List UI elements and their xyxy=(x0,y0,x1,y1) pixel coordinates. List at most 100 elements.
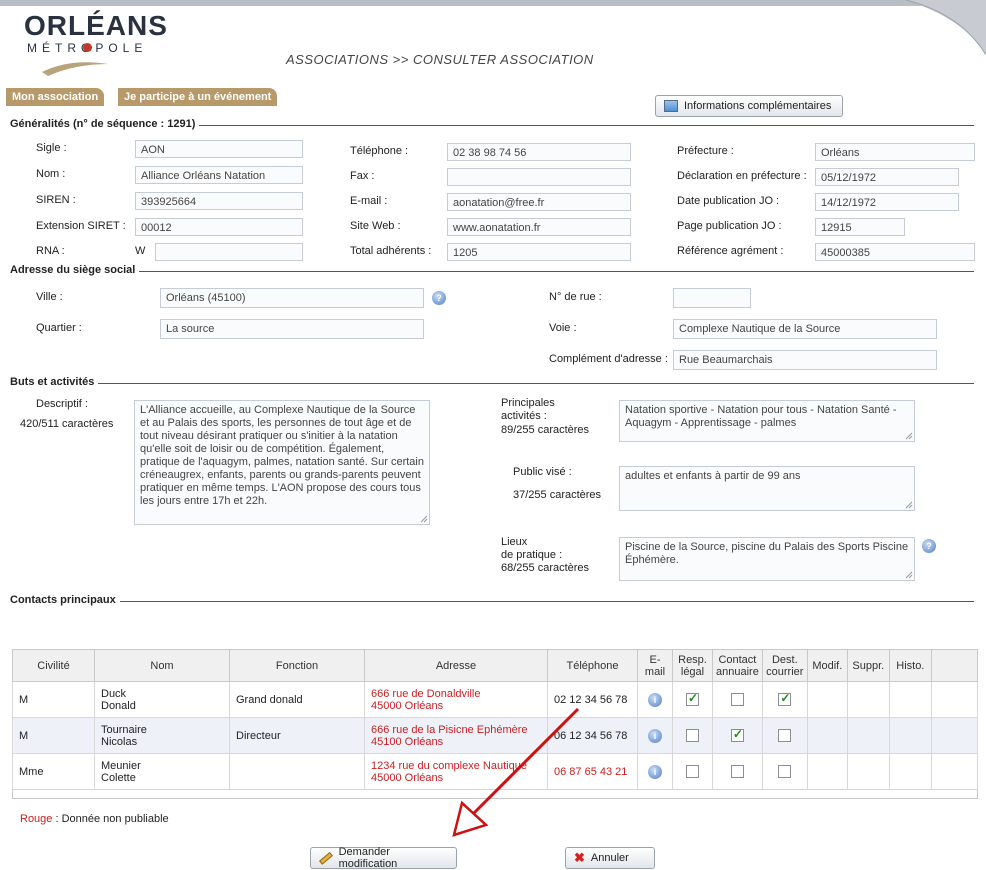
email-info-icon[interactable]: i xyxy=(648,764,662,779)
col-dest-courrier[interactable]: Dest. courrier xyxy=(761,649,808,682)
cell-contact-annuaire xyxy=(712,717,763,754)
resize-grip-icon[interactable] xyxy=(905,501,913,509)
col-contact-annuaire[interactable]: Contact annuaire xyxy=(712,649,763,682)
cell-modif[interactable] xyxy=(806,681,848,718)
email-info-icon[interactable]: i xyxy=(648,728,662,743)
cell-civilite: M xyxy=(12,717,95,754)
siren-field[interactable]: 393925664 xyxy=(135,192,303,210)
cell-dest-courrier xyxy=(761,753,808,790)
annuler-button[interactable]: ✖ Annuler xyxy=(565,847,655,869)
cell-suppr[interactable] xyxy=(846,717,890,754)
col-adresse[interactable]: Adresse xyxy=(364,649,548,682)
email-field[interactable]: aonatation@free.fr xyxy=(447,193,631,211)
col-telephone[interactable]: Téléphone xyxy=(547,649,638,682)
nom-line2: Nicolas xyxy=(101,735,138,748)
col-empty xyxy=(930,649,979,682)
dest-courrier-checkbox[interactable] xyxy=(778,691,792,706)
nom-line1: Tournaire xyxy=(101,723,147,736)
col-email[interactable]: E-mail xyxy=(637,649,673,682)
demander-modification-label: Demander modification xyxy=(338,846,398,870)
legend-red: Rouge xyxy=(20,813,53,825)
col-fonction[interactable]: Fonction xyxy=(229,649,365,682)
logo-dot xyxy=(83,43,92,52)
cell-fonction xyxy=(229,753,365,790)
ville-info-icon[interactable]: ? xyxy=(432,291,446,305)
cell-histo[interactable] xyxy=(888,753,932,790)
prefecture-field[interactable]: Orléans xyxy=(815,143,975,161)
col-nom[interactable]: Nom xyxy=(94,649,230,682)
resize-grip-icon[interactable] xyxy=(420,515,428,523)
cell-nom: Duck Donald xyxy=(94,681,230,718)
activites-textarea[interactable]: Natation sportive - Natation pour tous -… xyxy=(619,400,915,442)
nom-label: Nom : xyxy=(36,168,66,180)
lieux-info-icon[interactable]: ? xyxy=(922,539,936,553)
public-textarea[interactable]: adultes et enfants à partir de 99 ans xyxy=(619,466,915,511)
tab-mon-association[interactable]: Mon association xyxy=(6,88,105,106)
col-modif[interactable]: Modif. xyxy=(806,649,848,682)
lieux-label-l1: Lieux xyxy=(501,536,528,548)
dest-courrier-checkbox[interactable] xyxy=(778,729,792,742)
contact-annuaire-checkbox[interactable] xyxy=(730,765,744,778)
telephone-field[interactable]: 02 38 98 74 56 xyxy=(447,143,631,161)
cell-suppr[interactable] xyxy=(846,753,890,790)
sigle-field[interactable]: AON xyxy=(135,140,303,158)
page-jo-field[interactable]: 12915 xyxy=(815,218,905,236)
cell-modif[interactable] xyxy=(806,753,848,790)
top-border xyxy=(0,0,960,6)
info-complementaires-button[interactable]: Informations complémentaires xyxy=(655,95,843,117)
section-title-contacts: Contacts principaux xyxy=(6,594,120,606)
cell-modif[interactable] xyxy=(806,717,848,754)
ville-field[interactable]: Orléans (45100) xyxy=(160,288,424,308)
site-web-field[interactable]: www.aonatation.fr xyxy=(447,218,631,236)
page-curl-decoration xyxy=(906,0,986,55)
section-title-generalites: Généralités (n° de séquence : 1291) xyxy=(6,118,200,130)
descriptif-textarea[interactable]: L'Alliance accueille, au Complexe Nautiq… xyxy=(134,400,430,525)
siret-field[interactable]: 00012 xyxy=(135,218,303,236)
nom-line1: Duck xyxy=(101,687,127,700)
public-count: 37/255 caractères xyxy=(513,489,602,501)
fax-field[interactable] xyxy=(447,168,631,186)
cell-histo[interactable] xyxy=(888,717,932,754)
section-title-buts: Buts et activités xyxy=(6,376,99,388)
declaration-field[interactable]: 05/12/1972 xyxy=(815,168,959,186)
numero-rue-field[interactable] xyxy=(673,288,751,308)
dest-courrier-checkbox[interactable] xyxy=(778,765,792,778)
logo-swoosh-icon xyxy=(42,62,108,76)
cell-suppr[interactable] xyxy=(846,681,890,718)
voie-field[interactable]: Complexe Nautique de la Source xyxy=(673,319,937,339)
demander-modification-button[interactable]: Demander modification xyxy=(310,846,457,870)
cell-histo[interactable] xyxy=(888,681,932,718)
cell-dest-courrier xyxy=(761,717,808,754)
legend: Rouge : Donnée non publiable xyxy=(20,813,169,825)
complement-field[interactable]: Rue Beaumarchais xyxy=(673,350,937,370)
col-resp-legal[interactable]: Resp. légal xyxy=(672,649,713,682)
cell-fonction: Grand donald xyxy=(229,681,365,718)
quartier-label: Quartier : xyxy=(36,322,82,334)
col-suppr[interactable]: Suppr. xyxy=(846,649,890,682)
lieux-textarea[interactable]: Piscine de la Source, piscine du Palais … xyxy=(619,537,915,581)
resp-legal-checkbox[interactable] xyxy=(686,691,699,706)
resize-grip-icon[interactable] xyxy=(905,571,913,579)
sigle-label: Sigle : xyxy=(36,142,67,154)
quartier-field[interactable]: La source xyxy=(160,319,424,339)
activites-label-l2: activités : xyxy=(501,410,547,422)
rna-field[interactable] xyxy=(155,243,303,261)
resp-legal-checkbox[interactable] xyxy=(686,729,699,742)
email-info-icon[interactable]: i xyxy=(648,692,662,707)
contact-annuaire-checkbox[interactable] xyxy=(730,727,744,742)
cell-resp-legal xyxy=(672,681,713,718)
adresse-line1: 666 rue de Donaldville xyxy=(371,687,481,700)
date-jo-field[interactable]: 14/12/1972 xyxy=(815,193,959,211)
cell-nom: Meunier Colette xyxy=(94,753,230,790)
contact-annuaire-checkbox[interactable] xyxy=(730,693,744,706)
col-civilite[interactable]: Civilité xyxy=(12,649,95,682)
adherents-field[interactable]: 1205 xyxy=(447,243,631,261)
nom-line1: Meunier xyxy=(101,759,141,772)
resp-legal-checkbox[interactable] xyxy=(686,765,699,778)
info-complementaires-label: Informations complémentaires xyxy=(684,100,832,112)
nom-field[interactable]: Alliance Orléans Natation xyxy=(135,166,303,184)
agrement-field[interactable]: 45000385 xyxy=(815,243,975,261)
resize-grip-icon[interactable] xyxy=(905,432,913,440)
tab-participe-evenement[interactable]: Je participe à un événement xyxy=(118,88,278,106)
col-histo[interactable]: Histo. xyxy=(888,649,932,682)
